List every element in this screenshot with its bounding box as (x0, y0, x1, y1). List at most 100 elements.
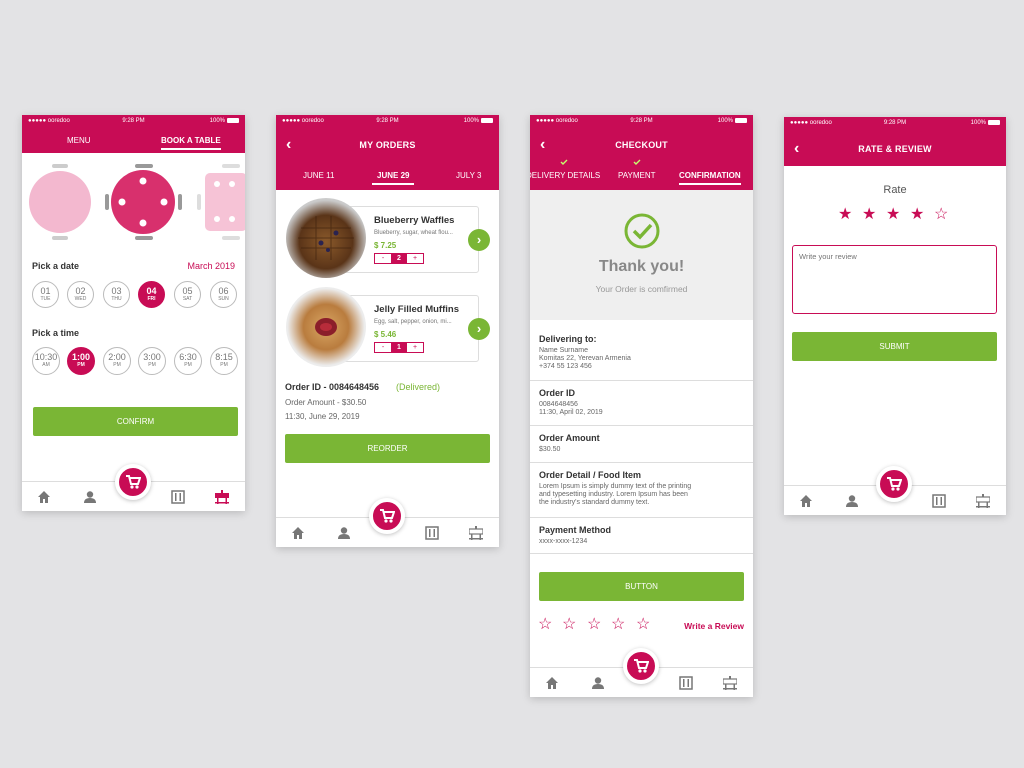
row-title: Order Amount (539, 433, 600, 443)
time-option-selected[interactable]: 1:00 PM (67, 347, 95, 375)
battery-label: 100% (971, 120, 1000, 126)
header-bar: ●●●●● ooredoo 9:28 PM 100% MENU BOOK A T… (22, 115, 245, 153)
time-option[interactable]: 10:30 AM (32, 347, 60, 375)
step-payment[interactable]: PAYMENT (618, 171, 655, 180)
header-bar: ●●●●● ooredoo 9:28 PM 100% ‹ RATE & REVI… (784, 117, 1006, 166)
date-option-selected[interactable]: 04 FRI (138, 281, 165, 308)
step-confirmation[interactable]: CONFIRMATION (679, 171, 741, 185)
row-detail: Lorem Ipsum is simply dummy text of the … (539, 483, 692, 506)
book-table-icon[interactable] (469, 526, 483, 540)
star-outline-icon[interactable]: ☆ (562, 617, 576, 633)
order-amount: Order Amount - $30.50 (285, 398, 367, 407)
month-label[interactable]: March 2019 (187, 261, 235, 271)
star-outline-icon[interactable]: ☆ (611, 617, 625, 633)
home-icon[interactable] (799, 494, 813, 508)
time-option[interactable]: 3:00 PM (138, 347, 166, 375)
date-option[interactable]: 02 WED (67, 281, 94, 308)
order-id-row: Order ID 0084648456 11:30, April 02, 201… (530, 381, 753, 426)
quantity-value: 1 (391, 343, 407, 352)
battery-icon (227, 118, 239, 123)
menu-icon[interactable] (171, 490, 185, 504)
battery-label: 100% (210, 118, 239, 124)
pick-time-label: Pick a time (32, 328, 80, 338)
page-title: RATE & REVIEW (858, 144, 932, 154)
profile-icon[interactable] (591, 676, 605, 690)
status-bar: ●●●●● ooredoo 9:28 PM 100% (276, 115, 499, 127)
reorder-button[interactable]: REORDER (285, 434, 490, 463)
decrement-button[interactable]: - (375, 343, 391, 352)
star-outline-icon[interactable]: ☆ (636, 617, 650, 633)
star-filled-icon[interactable]: ★ (910, 207, 924, 223)
item-details-arrow[interactable]: › (468, 318, 490, 340)
item-details-arrow[interactable]: › (468, 229, 490, 251)
profile-icon[interactable] (845, 494, 859, 508)
order-id: Order ID - 0084648456 (285, 382, 380, 392)
item-name: Blueberry Waffles (374, 215, 455, 226)
row-title: Order ID (539, 388, 576, 398)
menu-icon[interactable] (932, 494, 946, 508)
cart-button[interactable] (369, 498, 405, 534)
row-detail: $30.50 (539, 446, 561, 453)
home-icon[interactable] (291, 526, 305, 540)
book-table-icon[interactable] (215, 490, 229, 504)
battery-label: 100% (464, 118, 493, 124)
confirm-button[interactable]: CONFIRM (33, 407, 238, 436)
star-filled-icon[interactable]: ★ (838, 207, 852, 223)
battery-label: 100% (718, 118, 747, 124)
tab-date[interactable]: JULY 3 (456, 171, 482, 180)
menu-icon[interactable] (425, 526, 439, 540)
date-option[interactable]: 05 SAT (174, 281, 201, 308)
star-filled-icon[interactable]: ★ (862, 207, 876, 223)
home-icon[interactable] (37, 490, 51, 504)
date-option[interactable]: 06 SUN (210, 281, 237, 308)
check-circle-icon (624, 213, 660, 249)
write-review-link[interactable]: Write a Review (684, 621, 744, 631)
food-item-row: Order Detail / Food Item Lorem Ipsum is … (530, 463, 753, 518)
table-layout-illustration[interactable] (22, 159, 245, 249)
menu-icon[interactable] (679, 676, 693, 690)
book-table-icon[interactable] (976, 494, 990, 508)
star-outline-icon[interactable]: ☆ (587, 617, 601, 633)
screen-checkout: ●●●●● ooredoo 9:28 PM 100% ‹ CHECKOUT DE… (530, 115, 753, 697)
date-option[interactable]: 01 TUE (32, 281, 59, 308)
tab-book-table[interactable]: BOOK A TABLE (161, 136, 221, 150)
cart-button[interactable] (876, 466, 912, 502)
waffles-image (286, 198, 366, 278)
star-outline-icon[interactable]: ☆ (538, 617, 552, 633)
header-bar: ●●●●● ooredoo 9:28 PM 100% ‹ CHECKOUT DE… (530, 115, 753, 190)
step-delivery-details[interactable]: DELIVERY DETAILS (530, 171, 600, 180)
submit-button[interactable]: SUBMIT (792, 332, 997, 361)
row-detail: 0084648456 11:30, April 02, 2019 (539, 401, 603, 416)
cart-button[interactable] (115, 464, 151, 500)
item-name: Jelly Filled Muffins (374, 304, 459, 315)
order-status: (Delivered) (396, 382, 441, 392)
review-textarea[interactable] (792, 245, 997, 314)
thank-you-text: Thank you! (598, 258, 685, 275)
time-option[interactable]: 2:00 PM (103, 347, 131, 375)
screen-rate-review: ●●●●● ooredoo 9:28 PM 100% ‹ RATE & REVI… (784, 117, 1006, 515)
star-outline-icon[interactable]: ☆ (934, 207, 948, 223)
quantity-value: 2 (391, 254, 407, 263)
action-button[interactable]: BUTTON (539, 572, 744, 601)
increment-button[interactable]: + (407, 254, 423, 263)
time-option[interactable]: 8:15 PM (210, 347, 238, 375)
book-table-icon[interactable] (723, 676, 737, 690)
quantity-stepper[interactable]: - 1 + (374, 342, 424, 353)
row-title: Delivering to: (539, 334, 597, 344)
cart-button[interactable] (623, 648, 659, 684)
star-filled-icon[interactable]: ★ (886, 207, 900, 223)
home-icon[interactable] (545, 676, 559, 690)
cart-icon (634, 659, 649, 673)
cart-icon (126, 475, 141, 489)
date-option[interactable]: 03 THU (103, 281, 130, 308)
tab-date-active[interactable]: JUNE 29 (372, 171, 415, 185)
profile-icon[interactable] (337, 526, 351, 540)
confirmation-panel: Thank you! Your Order is comfirmed (530, 190, 753, 320)
time-option[interactable]: 6:30 PM (174, 347, 202, 375)
tab-date[interactable]: JUNE 11 (303, 171, 334, 180)
increment-button[interactable]: + (407, 343, 423, 352)
decrement-button[interactable]: - (375, 254, 391, 263)
profile-icon[interactable] (83, 490, 97, 504)
tab-menu[interactable]: MENU (67, 136, 91, 145)
quantity-stepper[interactable]: - 2 + (374, 253, 424, 264)
